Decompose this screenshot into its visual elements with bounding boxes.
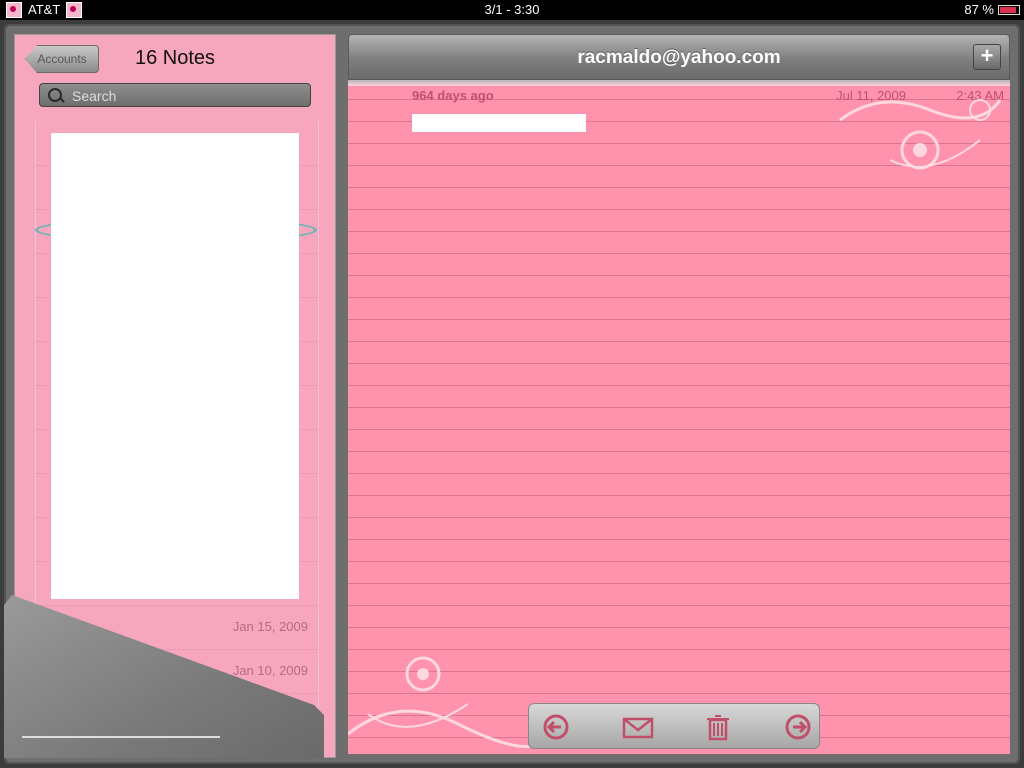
status-bar: AT&T 3/1 - 3:30 87 %: [0, 0, 1024, 20]
note-age: 964 days ago: [412, 88, 494, 103]
stitch-line: [22, 736, 220, 738]
floral-decoration-icon: [839, 99, 1002, 170]
note-row-date: Jan 10, 2009: [232, 663, 308, 678]
redacted-note-text: [412, 114, 586, 132]
battery-percent: 87 %: [964, 2, 994, 17]
status-time: 3/1 - 3:30: [484, 2, 540, 17]
note-row-date: Jan 15, 2009: [232, 619, 308, 634]
battery-fill: [1000, 7, 1016, 13]
back-arrow-icon[interactable]: [541, 712, 571, 742]
search-icon: [48, 88, 62, 102]
notes-count-title: 16 Notes: [135, 47, 216, 69]
mail-icon[interactable]: [621, 712, 655, 742]
status-right: 87 %: [964, 0, 1020, 20]
add-note-button[interactable]: +: [973, 44, 1001, 70]
note-paper[interactable]: 964 days ago Jul 11, 2009 2:43 AM: [348, 80, 1010, 754]
battery-icon: [998, 5, 1020, 15]
floral-decoration-icon: [348, 656, 539, 748]
trash-icon[interactable]: [703, 712, 733, 742]
forward-arrow-icon[interactable]: [783, 712, 813, 742]
search-bar[interactable]: [39, 83, 311, 108]
redacted-area: [51, 133, 299, 599]
note-header: racmaldo@yahoo.com +: [348, 34, 1010, 80]
note-toolbar: [528, 703, 820, 749]
search-input[interactable]: [70, 84, 304, 108]
account-title: racmaldo@yahoo.com: [577, 47, 781, 68]
accounts-button[interactable]: Accounts: [25, 45, 99, 73]
